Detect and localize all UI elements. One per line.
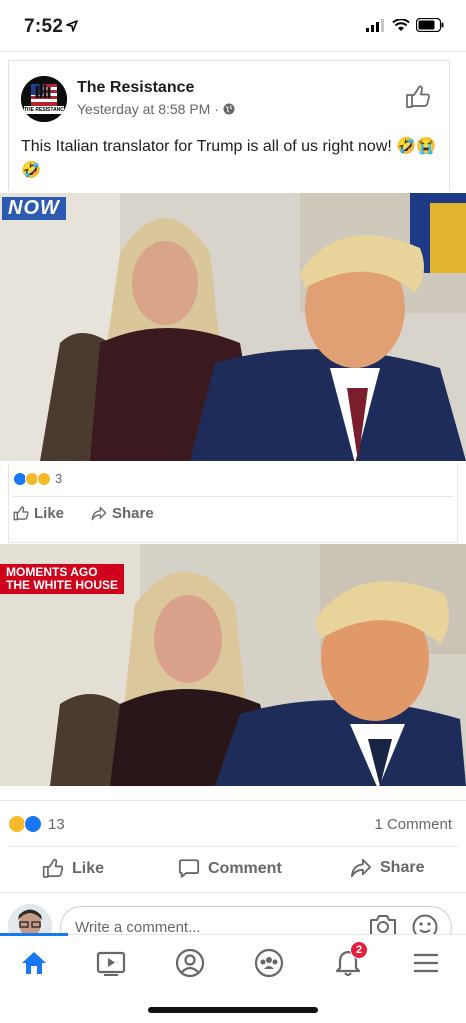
post-photo-1[interactable]: NOW (0, 193, 466, 461)
post-reactions[interactable]: 13 (8, 815, 65, 833)
status-bar: 7:52 (0, 0, 466, 52)
news-banner-line-2: THE WHITE HOUSE (6, 578, 119, 592)
status-icons (366, 18, 444, 32)
actions-divider (8, 846, 458, 847)
inner-post-stats: 3 Like Share (8, 463, 458, 543)
tab-groups[interactable] (249, 945, 289, 981)
post-text: This Italian translator for Trump is all… (21, 138, 437, 179)
tab-home[interactable] (14, 945, 54, 981)
like-button[interactable]: Like (42, 858, 104, 879)
video-play-icon (96, 951, 126, 976)
tab-notifications[interactable]: 2 (328, 941, 368, 981)
sad-reaction-icon (37, 471, 51, 486)
comment-button[interactable]: Comment (178, 858, 282, 879)
inner-share-label: Share (112, 505, 154, 522)
inner-reaction-count: 3 (55, 471, 63, 486)
inner-reactions[interactable]: 3 (13, 471, 62, 486)
post-reaction-count: 13 (48, 815, 65, 833)
post-stats: 13 1 Comment (0, 800, 466, 848)
tab-profile[interactable] (170, 945, 210, 981)
globe-icon (223, 103, 235, 115)
tab-watch[interactable] (91, 945, 131, 981)
like-label: Like (72, 859, 105, 877)
wifi-icon (392, 18, 410, 31)
profile-icon (175, 948, 205, 978)
home-icon (22, 952, 46, 974)
news-banner-now: NOW (2, 197, 66, 220)
thumbs-up-icon (42, 858, 64, 878)
hamburger-menu-icon (414, 953, 438, 973)
groups-icon (254, 948, 284, 978)
share-arrow-icon (91, 506, 107, 521)
page-name[interactable]: The Resistance (77, 79, 194, 97)
post-meta: Yesterday at 8:58 PM · (77, 101, 235, 117)
notification-badge: 2 (350, 941, 368, 959)
home-indicator (148, 1007, 318, 1013)
page-like-button[interactable] (405, 85, 431, 114)
comment-bubble-icon (178, 859, 200, 878)
tab-menu[interactable] (406, 945, 446, 981)
active-tab-indicator (0, 933, 68, 936)
inner-like-label: Like (34, 505, 65, 522)
inner-share-button[interactable]: Share (91, 505, 154, 522)
post-card: THE RESISTANCE The Resistance Yesterday … (8, 60, 450, 190)
page-avatar-image (21, 76, 67, 122)
location-arrow-icon (66, 20, 78, 32)
inner-like-button[interactable]: Like (13, 505, 64, 522)
page-avatar[interactable]: THE RESISTANCE (21, 76, 67, 122)
comment-divider (0, 892, 466, 893)
news-banner: MOMENTS AGO THE WHITE HOUSE (0, 564, 125, 594)
post-photo-2[interactable]: MOMENTS AGO THE WHITE HOUSE (0, 544, 466, 786)
comment-count-link[interactable]: 1 Comment (374, 816, 452, 833)
avatar-logo-text: THE RESISTANCE (24, 107, 64, 113)
status-divider (0, 51, 466, 52)
like-reaction-icon (24, 815, 42, 833)
battery-icon (416, 18, 444, 32)
status-time: 7:52 (24, 16, 64, 37)
inner-divider (13, 496, 453, 497)
thumbs-up-icon (13, 506, 29, 521)
photo-1-image (0, 193, 466, 461)
post-timestamp[interactable]: Yesterday at 8:58 PM · (77, 101, 219, 117)
thumbs-up-icon (406, 85, 430, 108)
comment-label: Comment (208, 859, 282, 877)
share-button[interactable]: Share (350, 858, 424, 878)
share-arrow-icon (350, 858, 371, 878)
signal-icon (366, 18, 384, 32)
share-label: Share (380, 859, 425, 876)
